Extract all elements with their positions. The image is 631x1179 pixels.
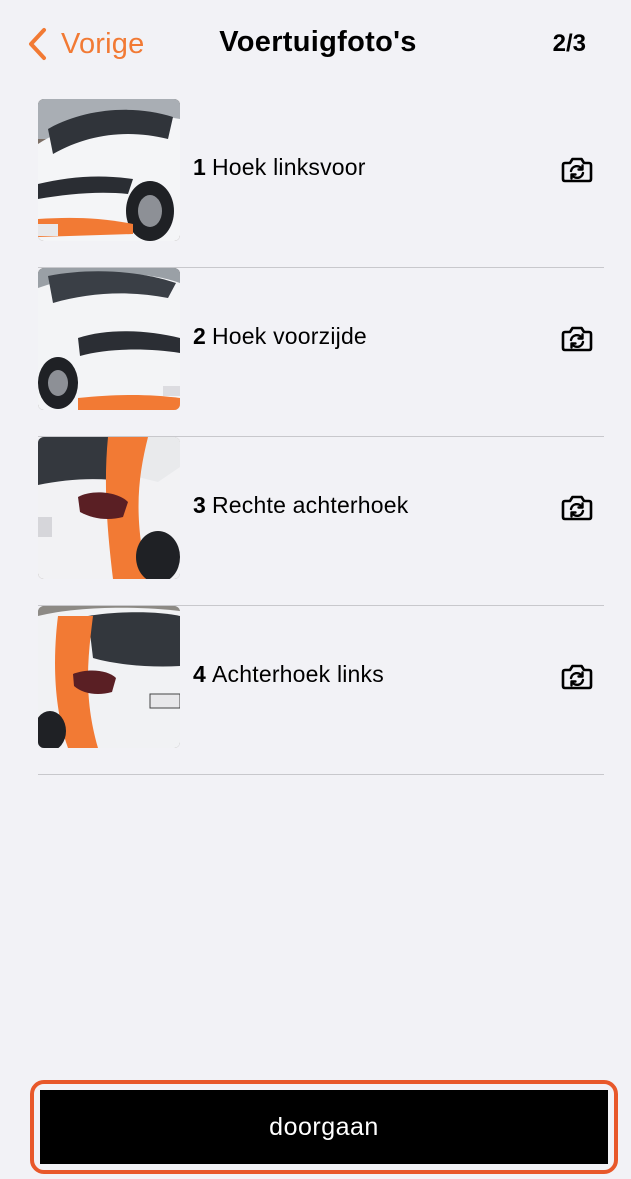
photo-number: 1 bbox=[193, 154, 206, 180]
photo-number: 4 bbox=[193, 661, 206, 687]
photo-thumbnail-1[interactable] bbox=[38, 99, 180, 241]
camera-retake-icon[interactable] bbox=[560, 659, 594, 693]
photo-title: Achterhoek links bbox=[212, 661, 384, 687]
photo-row-2[interactable]: 2 Hoek voorzijde bbox=[38, 268, 604, 437]
camera-retake-icon[interactable] bbox=[560, 152, 594, 186]
camera-retake-icon[interactable] bbox=[560, 490, 594, 524]
step-indicator: 2/3 bbox=[552, 30, 586, 57]
photo-thumbnail-2[interactable] bbox=[38, 268, 180, 410]
photo-label-2: 2 Hoek voorzijde bbox=[193, 323, 367, 350]
continue-button[interactable]: doorgaan bbox=[40, 1090, 608, 1164]
photo-thumbnail-4[interactable] bbox=[38, 606, 180, 748]
photo-number: 2 bbox=[193, 323, 206, 349]
photo-number: 3 bbox=[193, 492, 206, 518]
continue-button-highlight: doorgaan bbox=[30, 1080, 618, 1174]
camera-retake-icon[interactable] bbox=[560, 321, 594, 355]
photo-list: 1 Hoek linksvoor 2 Hoek voorzijde 3 Rech… bbox=[38, 99, 604, 775]
photo-row-3[interactable]: 3 Rechte achterhoek bbox=[38, 437, 604, 606]
photo-label-1: 1 Hoek linksvoor bbox=[193, 154, 366, 181]
photo-label-4: 4 Achterhoek links bbox=[193, 661, 384, 688]
photo-row-4[interactable]: 4 Achterhoek links bbox=[38, 606, 604, 775]
photo-label-3: 3 Rechte achterhoek bbox=[193, 492, 408, 519]
vehicle-photos-screen: Vorige Voertuigfoto's 2/3 1 Hoek linksvo… bbox=[12, 8, 624, 1176]
photo-title: Rechte achterhoek bbox=[212, 492, 409, 518]
photo-title: Hoek linksvoor bbox=[212, 154, 366, 180]
photo-thumbnail-3[interactable] bbox=[38, 437, 180, 579]
photo-row-1[interactable]: 1 Hoek linksvoor bbox=[38, 99, 604, 268]
page-title: Voertuigfoto's bbox=[219, 26, 417, 58]
nav-header: Vorige Voertuigfoto's 2/3 bbox=[12, 8, 624, 82]
photo-title: Hoek voorzijde bbox=[212, 323, 367, 349]
